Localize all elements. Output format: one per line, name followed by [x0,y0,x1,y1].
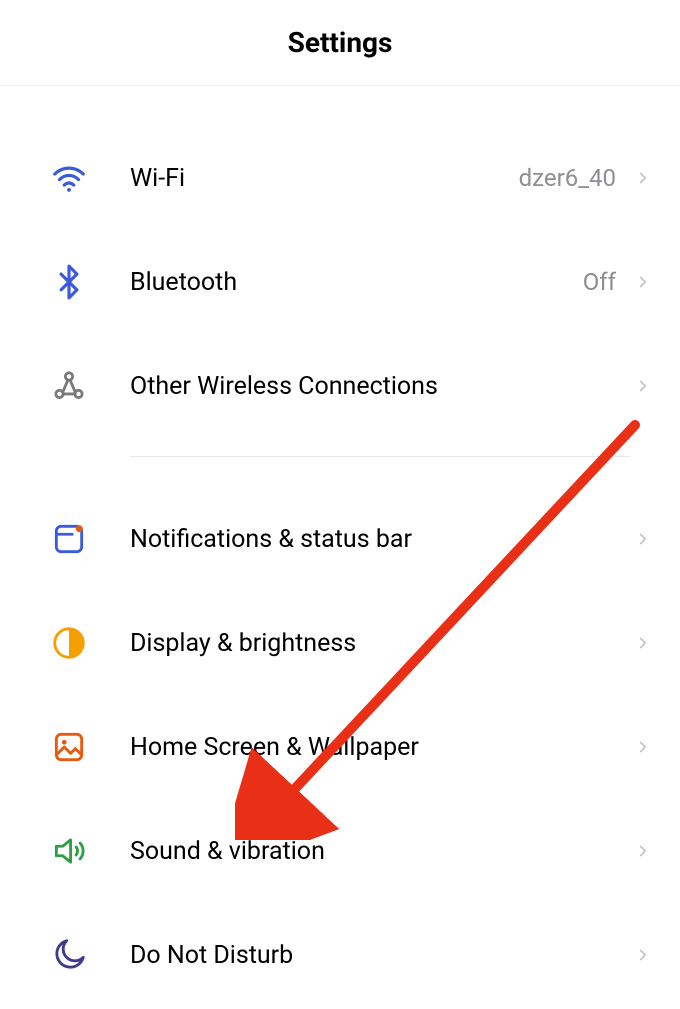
share-network-icon [50,367,130,405]
row-value: dzer6_40 [519,164,616,192]
settings-list: Wi-Fi dzer6_40 Bluetooth Off [0,86,680,1007]
settings-row-notifications[interactable]: Notifications & status bar [0,487,680,591]
chevron-right-icon [634,946,652,964]
settings-row-wifi[interactable]: Wi-Fi dzer6_40 [0,126,680,230]
row-value: Off [583,268,616,296]
settings-row-sound[interactable]: Sound & vibration [0,799,680,903]
row-label: Display & brightness [130,629,634,658]
row-label: Do Not Disturb [130,941,634,970]
row-label: Home Screen & Wallpaper [130,733,634,762]
chevron-right-icon [634,169,652,187]
settings-row-dnd[interactable]: Do Not Disturb [0,903,680,1007]
settings-group-display: Notifications & status bar Display & bri… [0,487,680,1007]
settings-row-home-wallpaper[interactable]: Home Screen & Wallpaper [0,695,680,799]
row-label: Other Wireless Connections [130,372,634,401]
row-label: Sound & vibration [130,837,634,866]
sound-icon [50,832,130,870]
settings-group-connectivity: Wi-Fi dzer6_40 Bluetooth Off [0,126,680,438]
settings-row-display[interactable]: Display & brightness [0,591,680,695]
moon-icon [50,936,130,974]
chevron-right-icon [634,842,652,860]
wallpaper-icon [50,728,130,766]
chevron-right-icon [634,377,652,395]
settings-row-bluetooth[interactable]: Bluetooth Off [0,230,680,334]
chevron-right-icon [634,530,652,548]
row-label: Notifications & status bar [130,525,634,554]
chevron-right-icon [634,634,652,652]
notifications-icon [50,520,130,558]
group-divider [130,456,630,457]
bluetooth-icon [50,263,130,301]
chevron-right-icon [634,738,652,756]
brightness-icon [50,624,130,662]
settings-header: Settings [0,0,680,86]
row-label: Bluetooth [130,268,583,297]
page-title: Settings [288,26,393,59]
wifi-icon [50,159,130,197]
chevron-right-icon [634,273,652,291]
settings-row-other-wireless[interactable]: Other Wireless Connections [0,334,680,438]
row-label: Wi-Fi [130,164,519,193]
